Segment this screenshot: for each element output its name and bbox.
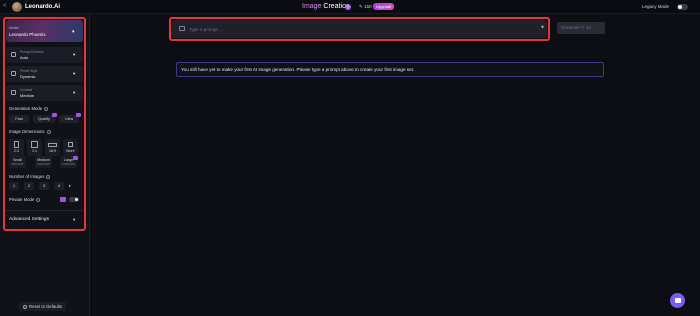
page-title-part1: Image: [302, 3, 322, 10]
private-mode-label: Private Mode: [9, 197, 41, 202]
mode-ultra-button[interactable]: Ultra: [59, 113, 81, 123]
size-small-button[interactable]: Small 832x1248: [9, 156, 26, 168]
select-label: Prompt Enhance: [20, 50, 44, 54]
image-dimensions-label: Image Dimensions: [9, 129, 51, 134]
model-name: Leonardo Phoenix: [9, 32, 46, 37]
chevron-down-icon: ▾: [73, 71, 76, 76]
generation-mode-label: Generation Mode: [9, 106, 49, 111]
info-icon[interactable]: [44, 106, 49, 111]
model-selector-label: Model: [9, 26, 19, 30]
reset-defaults-button[interactable]: Reset to Defaults: [19, 302, 66, 311]
mode-quality-button[interactable]: Quality: [33, 113, 57, 123]
ratio-landscape-icon: [48, 143, 57, 147]
chevron-down-icon[interactable]: ▾: [72, 29, 75, 35]
image-upload-icon[interactable]: [179, 26, 185, 31]
reset-icon: [23, 304, 27, 309]
chevron-down-icon: ▾: [73, 52, 76, 57]
chevron-right-icon[interactable]: ▸: [69, 183, 71, 188]
ratio-16-9-button[interactable]: 16:9: [45, 139, 60, 156]
select-value: Medium: [20, 93, 35, 98]
ratio-more-button[interactable]: More: [63, 139, 78, 156]
chevron-down-icon[interactable]: ▾: [73, 217, 75, 223]
select-label: Preset Style: [20, 69, 38, 73]
select-label: Contrast: [20, 88, 33, 92]
ratio-label: 2:3: [14, 149, 19, 153]
help-icon[interactable]: ?: [345, 3, 351, 10]
info-icon[interactable]: [36, 197, 41, 202]
number-of-images-label: Number of Images: [9, 174, 51, 179]
palette-icon: [11, 71, 16, 76]
select-value: Auto: [20, 55, 29, 60]
size-large-button[interactable]: Large 1248x1856: [60, 156, 78, 168]
generate-button[interactable]: Generate ✎ 16: [557, 22, 605, 34]
chevron-down-icon: ▾: [73, 90, 76, 95]
image-count-1-button[interactable]: 1: [9, 182, 19, 190]
upgrade-button[interactable]: Upgrade: [373, 3, 395, 10]
divider: [6, 210, 83, 211]
ratio-2-3-button[interactable]: 2:3: [9, 139, 24, 156]
size-resolution: 1248x1856: [62, 163, 75, 166]
brand-name: Leonardo.Ai: [25, 3, 61, 10]
info-icon[interactable]: [46, 174, 51, 179]
legacy-mode-toggle[interactable]: [677, 3, 688, 10]
sparkle-icon: [11, 52, 16, 57]
image-count-2-button[interactable]: 2: [24, 182, 34, 190]
contrast-select[interactable]: Contrast Medium ▾: [6, 85, 83, 101]
private-mode-toggle[interactable]: [69, 197, 79, 202]
more-ratios-icon: [68, 142, 73, 147]
mode-fast-button[interactable]: Fast: [9, 115, 29, 123]
premium-badge: [52, 113, 57, 117]
top-bar: < Leonardo.Ai Image Creation ? ✎ 150 Upg…: [0, 0, 700, 14]
prompt-input[interactable]: [189, 24, 519, 34]
legacy-mode-label: Legacy Mode: [642, 4, 670, 9]
advanced-settings-toggle[interactable]: Advanced Settings: [9, 217, 49, 222]
magic-wand-icon[interactable]: ✦: [540, 24, 545, 31]
ratio-1-1-button[interactable]: 1:1: [27, 139, 42, 156]
prompt-enhance-select[interactable]: Prompt Enhance Auto ▾: [6, 47, 83, 63]
size-medium-button[interactable]: Medium 1024x1536: [35, 156, 52, 168]
back-chevron-icon[interactable]: <: [3, 3, 7, 9]
info-icon[interactable]: [46, 129, 51, 134]
avatar[interactable]: [12, 2, 22, 12]
image-count-3-button[interactable]: 3: [39, 182, 49, 190]
ratio-label: 16:9: [49, 149, 56, 153]
chat-support-icon[interactable]: [670, 293, 685, 308]
size-resolution: 832x1248: [11, 163, 24, 166]
size-label: Medium: [37, 158, 50, 162]
ratio-square-icon: [31, 141, 38, 148]
token-balance: ✎ 150: [359, 4, 372, 9]
image-count-4-button[interactable]: 4: [54, 182, 64, 190]
select-value: Dynamic: [20, 74, 36, 79]
preset-style-select[interactable]: Preset Style Dynamic ▾: [6, 66, 83, 82]
ratio-label: 1:1: [32, 149, 37, 153]
premium-badge: [73, 156, 78, 160]
page-title: Image Creation: [302, 3, 350, 10]
ratio-label: More: [66, 149, 75, 153]
size-resolution: 1024x1536: [37, 163, 50, 166]
premium-badge: [76, 113, 81, 117]
contrast-icon: [11, 90, 16, 95]
size-label: Small: [13, 158, 22, 162]
premium-badge: [60, 197, 66, 202]
ratio-portrait-icon: [14, 141, 19, 148]
empty-state-notice: You still have yet to make your first AI…: [176, 62, 604, 77]
